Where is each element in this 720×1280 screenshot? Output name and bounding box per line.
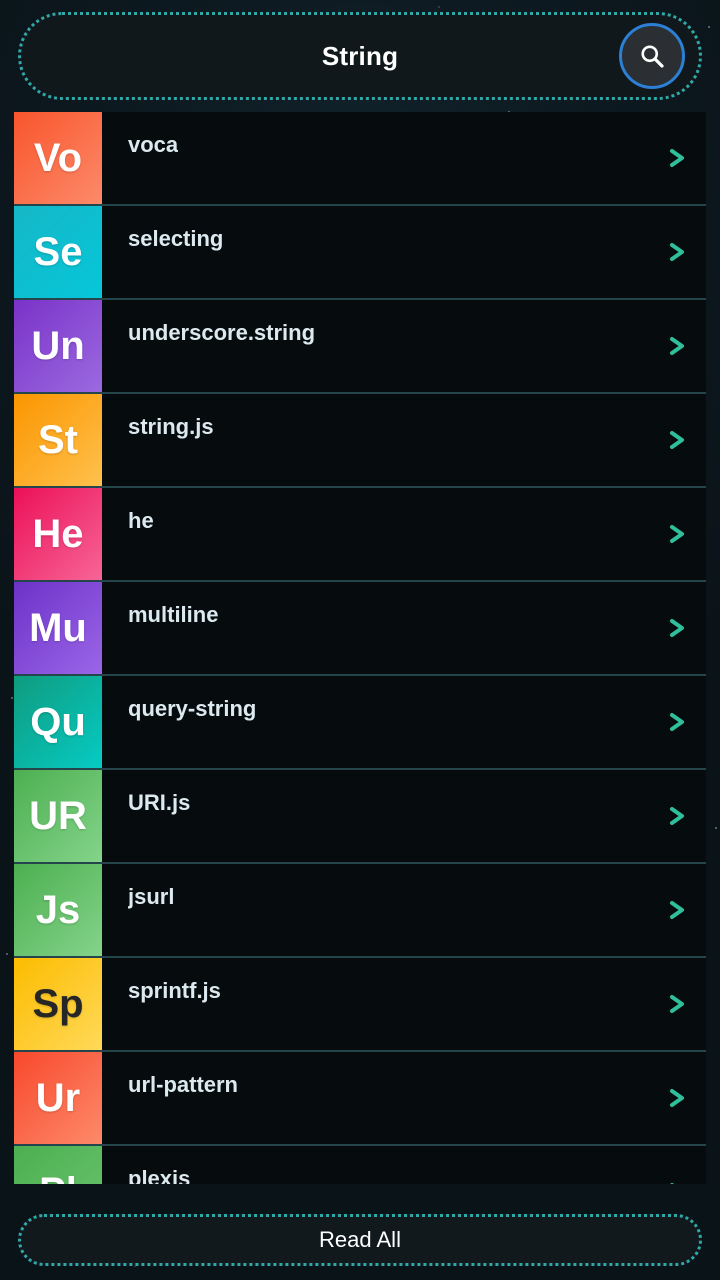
list-item-label: jsurl — [128, 884, 175, 909]
table-row[interactable]: UR URI.js — [14, 770, 706, 864]
list-item-avatar: St — [14, 394, 102, 486]
chevron-right-icon[interactable] — [664, 707, 690, 737]
list-item-avatar: Pl — [14, 1146, 102, 1184]
list-item-avatar: Qu — [14, 676, 102, 768]
table-row[interactable]: Un underscore.string — [14, 300, 706, 394]
table-row[interactable]: Mu multiline — [14, 582, 706, 676]
list-item-avatar: Se — [14, 206, 102, 298]
chevron-right-icon[interactable] — [664, 613, 690, 643]
list-item-initials: Vo — [33, 136, 83, 180]
list-item-avatar: UR — [14, 770, 102, 862]
list-item-label: query-string — [128, 696, 257, 721]
list-item-avatar: Vo — [14, 112, 102, 204]
chevron-right-icon[interactable] — [664, 331, 690, 361]
list-item-initials: Qu — [30, 700, 86, 744]
list-item-initials: Pl — [39, 1172, 77, 1184]
chevron-right-icon[interactable] — [664, 895, 690, 925]
package-list[interactable]: Vo voca Se selecting Un underscore.string St st… — [14, 112, 706, 1184]
list-item-label: voca — [128, 132, 179, 157]
table-row[interactable]: Js jsurl — [14, 864, 706, 958]
list-item-initials: Ur — [35, 1076, 81, 1120]
list-item-body[interactable]: multiline — [102, 582, 706, 674]
list-item-body[interactable]: string.js — [102, 394, 706, 486]
read-all-label: Read All — [319, 1227, 401, 1252]
list-item-avatar: Sp — [14, 958, 102, 1050]
list-item-body[interactable]: URI.js — [102, 770, 706, 862]
list-item-avatar: He — [14, 488, 102, 580]
list-item-body[interactable]: he — [102, 488, 706, 580]
list-item-avatar: Js — [14, 864, 102, 956]
search-icon — [637, 41, 667, 71]
list-item-label: sprintf.js — [128, 978, 221, 1003]
table-row[interactable]: He he — [14, 488, 706, 582]
list-item-label: plexis — [128, 1166, 191, 1184]
list-item-body[interactable]: voca — [102, 112, 706, 204]
read-all-button[interactable]: Read All — [18, 1214, 702, 1266]
list-item-avatar: Un — [14, 300, 102, 392]
list-item-initials: UR — [29, 794, 87, 838]
list-item-label: url-pattern — [128, 1072, 238, 1097]
list-item-body[interactable]: query-string — [102, 676, 706, 768]
list-item-label: multiline — [128, 602, 219, 627]
list-item-avatar: Mu — [14, 582, 102, 674]
list-item-label: underscore.string — [128, 320, 316, 345]
list-item-body[interactable]: plexis — [102, 1146, 706, 1184]
chevron-right-icon[interactable] — [664, 425, 690, 455]
table-row[interactable]: Pl plexis — [14, 1146, 706, 1184]
list-item-label: string.js — [128, 414, 214, 439]
list-item-initials: Js — [35, 888, 81, 932]
list-item-initials: He — [32, 512, 84, 556]
chevron-right-icon[interactable] — [664, 143, 690, 173]
chevron-right-icon[interactable] — [664, 1177, 690, 1184]
table-row[interactable]: St string.js — [14, 394, 706, 488]
list-item-initials: St — [38, 418, 78, 462]
table-row[interactable]: Se selecting — [14, 206, 706, 300]
list-item-body[interactable]: underscore.string — [102, 300, 706, 392]
table-row[interactable]: Vo voca — [14, 112, 706, 206]
list-item-label: he — [128, 508, 154, 533]
search-button[interactable] — [619, 23, 685, 89]
table-row[interactable]: Ur url-pattern — [14, 1052, 706, 1146]
chevron-right-icon[interactable] — [664, 519, 690, 549]
chevron-right-icon[interactable] — [664, 801, 690, 831]
list-item-label: URI.js — [128, 790, 191, 815]
list-item-body[interactable]: url-pattern — [102, 1052, 706, 1144]
chevron-right-icon[interactable] — [664, 237, 690, 267]
list-item-body[interactable]: sprintf.js — [102, 958, 706, 1050]
table-row[interactable]: Sp sprintf.js — [14, 958, 706, 1052]
table-row[interactable]: Qu query-string — [14, 676, 706, 770]
page-title: String — [321, 40, 399, 71]
app-root: String Vo voca Se selecting Un underscore.str… — [0, 0, 720, 1280]
list-item-initials: Mu — [29, 606, 87, 650]
list-item-avatar: Ur — [14, 1052, 102, 1144]
list-item-label: selecting — [128, 226, 224, 251]
list-item-body[interactable]: selecting — [102, 206, 706, 298]
list-item-initials: Se — [33, 230, 83, 274]
chevron-right-icon[interactable] — [664, 989, 690, 1019]
list-item-initials: Un — [31, 324, 85, 368]
list-item-initials: Sp — [32, 982, 84, 1026]
chevron-right-icon[interactable] — [664, 1083, 690, 1113]
app-header: String — [18, 12, 702, 100]
list-item-body[interactable]: jsurl — [102, 864, 706, 956]
